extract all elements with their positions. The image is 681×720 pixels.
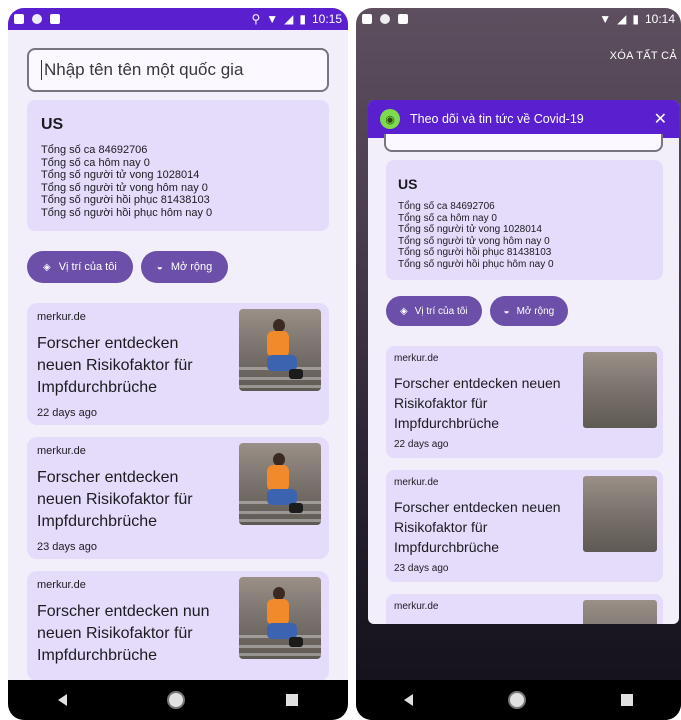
wifi-icon: ▼ [599,12,612,26]
stats-card: US Tổng số ca 84692706 Tổng số ca hôm na… [27,100,329,231]
total-recovered: Tổng số người hồi phục 81438103 [41,194,210,206]
country-name: US [398,176,418,192]
clock: 10:15 [311,12,342,26]
recovered-today: Tổng số người hồi phục hôm nay 0 [41,206,213,219]
navigation-bar [356,680,681,720]
home-button[interactable] [167,691,186,709]
recovered-today: Tổng số người hồi phục hôm nay 0 [398,258,554,270]
recents-button[interactable] [285,694,298,706]
eye-icon: ◒ [156,261,163,273]
news-item[interactable]: merkur.de Forscher entdecken neuen Risik… [27,437,329,559]
phone-screen-left: ⚲ ▼ ◢ ▮ 10:15 Nhập tên tên một quốc gia … [8,8,348,720]
news-age: 22 days ago [394,439,449,450]
news-title: Forscher entdecken neuen Risikofaktor fü… [394,499,561,555]
cases-today: Tổng số ca hôm nay 0 [398,212,497,224]
news-item[interactable]: merkur.de Forscher entdecken nun neuen R… [27,571,329,681]
news-thumbnail [239,309,321,391]
recents-button[interactable] [621,694,634,706]
total-cases: Tổng số ca 84692706 [41,144,148,156]
signal-icon: ◢ [617,12,627,26]
location-diamond-icon: ◈ [43,261,51,273]
battery-icon: ▮ [632,12,639,26]
back-button[interactable] [403,694,413,706]
search-placeholder: Nhập tên tên một quốc gia [44,60,244,79]
android-app-icon: ◉ [380,109,400,129]
my-location-label: Vị trí của tôi [414,305,468,317]
sd-card-icon [398,14,408,24]
news-thumbnail [583,476,657,552]
news-thumbnail [583,352,657,428]
action-buttons: ◈ Vị trí của tôi ◒ Mở rộng [27,251,348,283]
news-title: Forscher entdecken neuen Risikofaktor fü… [37,469,193,530]
battery-icon: ▮ [299,12,306,26]
cases-today: Tổng số ca hôm nay 0 [41,156,150,169]
news-thumbnail [583,600,657,624]
news-thumbnail [239,577,321,659]
news-title: Forscher entdecken nun neuen Risikofakto… [37,603,210,664]
notification-icon [362,14,372,24]
notification-title: Theo dõi và tin tức về Covid-19 [410,112,584,126]
notification-icon [14,14,24,24]
news-title: Forscher entdecken neuen Risikofaktor fü… [37,335,193,396]
country-search-input[interactable] [384,134,663,152]
eye-icon: ◒ [503,305,510,317]
deaths-today: Tổng số người tử vong hôm nay 0 [41,181,208,194]
clock: 10:14 [644,12,675,26]
news-item[interactable]: merkur.de Forscher entdecken neuen Risik… [386,346,663,458]
expand-button[interactable]: ◒ Mở rộng [489,296,569,326]
my-location-button[interactable]: ◈ Vị trí của tôi [27,251,133,283]
navigation-bar [8,680,348,720]
country-name: US [41,116,64,133]
news-age: 23 days ago [394,563,449,574]
my-location-label: Vị trí của tôi [58,261,117,273]
back-button[interactable] [58,694,68,706]
expand-label: Mở rộng [170,261,213,273]
news-age: 23 days ago [37,541,97,553]
location-diamond-icon: ◈ [400,305,408,317]
my-location-button[interactable]: ◈ Vị trí của tôi [386,296,482,326]
signal-icon: ◢ [284,12,294,26]
status-bar: ⚲ ▼ ◢ ▮ 10:15 [8,8,348,30]
phone-screen-right: ▼ ◢ ▮ 10:14 XÓA TẤT CẢ ◉ Theo dõi và tin… [356,8,681,720]
expand-label: Mở rộng [516,305,555,317]
status-dot-icon [380,14,390,24]
total-deaths: Tổng số người tử vong 1028014 [398,224,542,235]
total-deaths: Tổng số người tử vong 1028014 [41,169,200,181]
status-dot-icon [32,14,42,24]
news-age: 22 days ago [37,407,97,419]
country-search-input[interactable]: Nhập tên tên một quốc gia [27,48,329,92]
news-thumbnail [239,443,321,525]
total-recovered: Tổng số người hồi phục 81438103 [398,247,552,258]
close-icon[interactable]: ✕ [654,109,667,129]
location-icon: ⚲ [251,12,261,26]
sd-card-icon [50,14,60,24]
total-cases: Tổng số ca 84692706 [398,201,495,212]
news-item[interactable]: merkur.de Forscher entdecken neuen Risik… [386,470,663,582]
text-caret [41,60,42,80]
clear-all-button[interactable]: XÓA TẤT CẢ [610,50,677,62]
notification-card[interactable]: ◉ Theo dõi và tin tức về Covid-19 ✕ US T… [368,100,679,624]
stats-card: US Tổng số ca 84692706 Tổng số ca hôm na… [386,160,663,280]
expand-button[interactable]: ◒ Mở rộng [140,251,229,283]
status-bar: ▼ ◢ ▮ 10:14 [356,8,681,30]
news-item[interactable]: merkur.de [386,594,663,624]
wifi-icon: ▼ [266,12,279,26]
deaths-today: Tổng số người tử vong hôm nay 0 [398,235,550,247]
news-item[interactable]: merkur.de Forscher entdecken neuen Risik… [27,303,329,425]
news-title: Forscher entdecken neuen Risikofaktor fü… [394,375,561,431]
home-button[interactable] [507,691,526,709]
action-buttons: ◈ Vị trí của tôi ◒ Mở rộng [386,296,679,326]
notification-header: ◉ Theo dõi và tin tức về Covid-19 ✕ [368,100,679,138]
